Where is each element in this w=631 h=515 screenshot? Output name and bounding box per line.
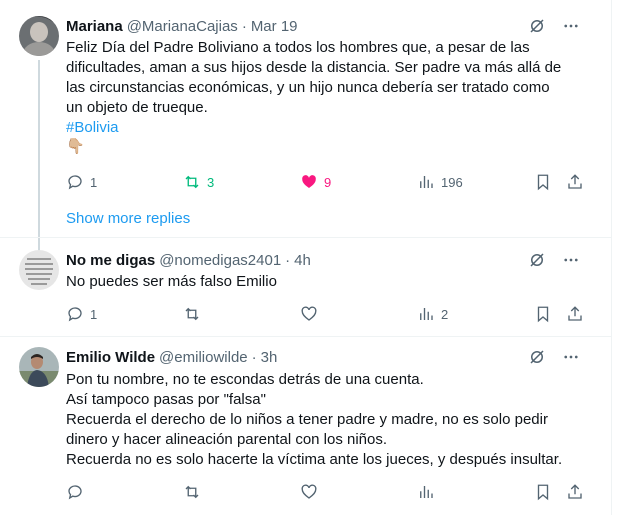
tweet-text: Feliz Día del Padre Boliviano a todos lo… [66,38,561,138]
views-button[interactable]: 2 [417,304,448,324]
reply-count: 1 [90,306,98,322]
text-line: No puedes ser más falso Emilio [66,273,277,290]
view-count: 196 [441,174,463,190]
display-name[interactable]: Mariana [66,18,123,35]
repost-icon [185,175,199,189]
views-icon [420,486,433,498]
header-icons [527,16,581,36]
share-button[interactable] [566,172,584,192]
like-icon [301,306,317,321]
grok-icon[interactable] [527,250,547,270]
tweet-header: Emilio Wilde @emiliowilde · 3h [66,347,277,367]
display-name[interactable]: No me digas [66,252,155,269]
text-line: Así tampoco pasas por "falsa" [66,391,266,408]
more-icon[interactable] [561,16,581,36]
share-icon [568,174,582,189]
view-count: 2 [441,306,449,322]
like-button[interactable]: 9 [300,172,331,192]
repost-icon [185,485,199,499]
text-line: un objeto de trueque. [66,99,208,116]
separator-dot: · [285,251,291,269]
tweet-mariana[interactable]: Mariana @MarianaCajias · Mar 19 Feliz Dí… [0,16,611,270]
reply-icon [68,485,82,500]
share-button[interactable] [566,304,584,324]
text-line: Recuerda no es solo hacerte la víctima a… [66,451,563,468]
timestamp[interactable]: 3h [261,349,278,366]
share-button[interactable] [566,482,584,502]
text-line: Feliz Día del Padre Boliviano a todos lo… [66,39,530,56]
bookmark-button[interactable] [534,172,552,192]
grok-icon[interactable] [527,16,547,36]
header-icons [527,250,581,270]
like-button[interactable] [300,304,324,324]
tweet-nomedigas[interactable]: No me digas @nomedigas2401 · 4h No puede… [0,250,611,330]
show-more-replies-link[interactable]: Show more replies [66,210,190,227]
column-border [611,0,612,515]
timestamp[interactable]: 4h [294,252,311,269]
tweet-text: No puedes ser más falso Emilio [66,272,277,292]
text-line: Pon tu nombre, no te escondas detrás de … [66,371,424,388]
reply-button[interactable] [66,482,90,502]
separator-dot: · [241,17,247,35]
tweet-header: No me digas @nomedigas2401 · 4h [66,250,311,270]
divider [0,237,611,238]
reply-count: 1 [90,174,98,190]
separator-dot: · [251,348,257,366]
text-line: las circunstancias económicas, y un hijo… [66,79,550,96]
user-handle[interactable]: @nomedigas2401 [159,252,281,269]
reply-button[interactable]: 1 [66,304,97,324]
views-button[interactable]: 196 [417,172,463,192]
action-bar: 1 2 [66,304,586,324]
tweet-emilio[interactable]: Emilio Wilde @emiliowilde · 3h Pon tu no… [0,347,611,507]
bookmark-button[interactable] [534,304,552,324]
views-icon [420,176,433,188]
more-icon[interactable] [561,347,581,367]
views-icon [420,308,433,320]
bookmark-icon [537,306,549,323]
action-bar [66,482,586,502]
tweet-text: Pon tu nombre, no te escondas detrás de … [66,370,562,470]
share-icon [568,306,582,321]
like-icon [301,484,317,499]
text-line: dinero y hacer alineación parental con l… [66,431,388,448]
avatar[interactable] [19,16,59,56]
reply-icon [68,307,82,322]
bookmark-button[interactable] [534,482,552,502]
repost-icon [185,307,199,321]
user-handle[interactable]: @MarianaCajias [127,18,238,35]
repost-count: 3 [207,174,215,190]
reply-button[interactable]: 1 [66,172,97,192]
views-button[interactable] [417,482,441,502]
repost-button[interactable] [183,304,207,324]
more-icon[interactable] [561,250,581,270]
text-line: Recuerda el derecho de lo niños a tener … [66,411,548,428]
header-icons [527,347,581,367]
reply-icon [68,175,82,190]
divider [0,336,611,337]
user-handle[interactable]: @emiliowilde [159,349,248,366]
pointing-down-emoji: 👇🏼 [66,138,85,155]
text-line: dificultades, aman a sus hijos desde la … [66,59,562,76]
like-count: 9 [324,174,332,190]
repost-button[interactable]: 3 [183,172,214,192]
bookmark-icon [537,174,549,191]
thread-line [38,60,40,270]
like-button[interactable] [300,482,324,502]
repost-button[interactable] [183,482,207,502]
share-icon [568,484,582,499]
display-name[interactable]: Emilio Wilde [66,349,155,366]
grok-icon[interactable] [527,347,547,367]
hashtag-link[interactable]: #Bolivia [66,118,561,138]
avatar[interactable] [19,250,59,290]
action-bar: 1 3 9 196 [66,172,586,192]
timestamp[interactable]: Mar 19 [251,18,298,35]
like-icon [302,175,316,188]
bookmark-icon [537,484,549,501]
avatar[interactable] [19,347,59,387]
tweet-header: Mariana @MarianaCajias · Mar 19 [66,16,298,36]
